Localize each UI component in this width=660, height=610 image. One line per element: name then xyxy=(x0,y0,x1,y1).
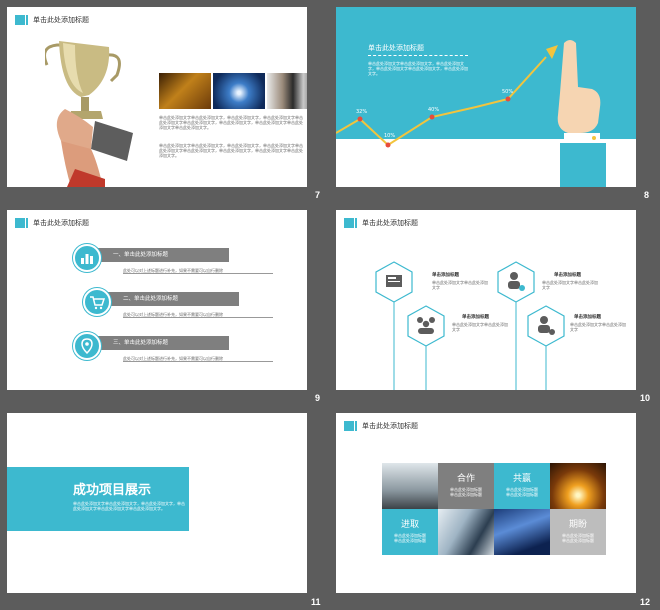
slide-title: 单击此处添加标题 xyxy=(362,422,418,430)
item-label: 三、单击此处添加标题 xyxy=(113,340,169,346)
node-desc: 单击此处添加文字单击此处添加文字 xyxy=(452,322,508,332)
tile-jinqu: 进取 单击此处添加标题 单击此处添加标题 xyxy=(382,509,438,555)
point-label-3: 40% xyxy=(428,107,440,113)
slide-11[interactable]: 成功项目展示 单击此处添加文字单击此处添加文字，单击此处添加文字，单击此处添加文… xyxy=(7,413,307,593)
item-circle xyxy=(83,288,111,316)
sunset-photo xyxy=(550,463,606,509)
slide-number: 8 xyxy=(644,190,650,200)
item-circle xyxy=(73,332,101,360)
point-label-1: 32% xyxy=(356,109,368,115)
header-square xyxy=(15,218,25,228)
header-bar xyxy=(26,15,28,25)
business-people-photo xyxy=(267,73,307,109)
slide-number: 12 xyxy=(640,597,651,607)
tile-label: 合作 xyxy=(456,474,475,484)
point-label-4: 50% xyxy=(502,89,514,95)
node-title: 单击添加标题 xyxy=(574,315,601,320)
slide-title: 单击此处添加标题 xyxy=(33,219,89,227)
slide-title: 单击此处添加标题 xyxy=(33,16,89,24)
location-pin-icon xyxy=(81,338,93,355)
tile-label: 共赢 xyxy=(512,474,531,484)
slide-10[interactable]: 单击此处添加标题 单击添加标题 单击此处添加文字单击此处添加文字 单击添加标题 … xyxy=(336,210,636,390)
growth-line-chart xyxy=(336,40,606,187)
slide-number: 7 xyxy=(315,190,321,200)
node-title: 单击添加标题 xyxy=(462,315,489,320)
node-desc: 单击此处添加文字单击此处添加文字 xyxy=(432,280,488,290)
header-bar xyxy=(26,218,28,228)
header-bar xyxy=(355,421,357,431)
office-window-photo xyxy=(382,463,438,509)
item-desc: 此处可以对上述标题进行补充，如果不需要可以自行删除 xyxy=(123,312,273,318)
tile-desc: 单击此处添加标题 单击此处添加标题 xyxy=(506,487,538,497)
header-square xyxy=(344,421,354,431)
node-title: 单击添加标题 xyxy=(432,273,459,278)
tile-desc: 单击此处添加标题 单击此处添加标题 xyxy=(450,487,482,497)
tile-qipan: 期盼 单击此处添加标题 单击此处添加标题 xyxy=(550,509,606,555)
item-circle xyxy=(73,244,101,272)
slide-number: 10 xyxy=(640,393,651,403)
slide-number: 9 xyxy=(315,393,321,403)
tile-desc: 单击此处添加标题 单击此处添加标题 xyxy=(562,533,594,543)
body-text-2: 单击此处添加文字单击此处添加文字，单击此处添加文字，单击此处添加文字单击此处添加… xyxy=(159,143,303,158)
item-label: 二、单击此处添加标题 xyxy=(123,296,179,302)
lightbulb-photo xyxy=(213,73,265,109)
slide-number: 11 xyxy=(311,597,321,607)
title-banner: 成功项目展示 单击此处添加文字单击此处添加文字，单击此处添加文字，单击此处添加文… xyxy=(7,467,189,531)
body-text: 单击此处添加文字单击此处添加文字，单击此处添加文字，单击此处添加文字单击此处添加… xyxy=(73,501,185,511)
slide-9[interactable]: 单击此处添加标题 一、单击此处添加标题 此处可以对上述标题进行补充，如果不需要可… xyxy=(7,210,307,390)
node-desc: 单击此处添加文字单击此处添加文字 xyxy=(542,280,598,290)
tile-hezuo: 合作 单击此处添加标题 单击此处添加标题 xyxy=(438,463,494,509)
node-title: 单击添加标题 xyxy=(554,273,581,278)
hexagon-network-diagram xyxy=(375,261,565,390)
body-text: 单击此处添加文字单击此处添加文字，单击此处添加文字，单击此处添加文字单击此处添加… xyxy=(159,115,303,130)
skyscrapers-photo xyxy=(494,509,550,555)
business-meeting-photo xyxy=(438,509,494,555)
item-label: 一、单击此处添加标题 xyxy=(113,252,169,258)
list-item[interactable]: 一、单击此处添加标题 此处可以对上述标题进行补充，如果不需要可以自行删除 xyxy=(73,244,273,280)
tile-desc: 单击此处添加标题 单击此处添加标题 xyxy=(394,533,426,543)
slide-12[interactable]: 单击此处添加标题 合作 单击此处添加标题 单击此处添加标题 共赢 单击此处添加标… xyxy=(336,413,636,593)
list-item[interactable]: 三、单击此处添加标题 此处可以对上述标题进行补充，如果不需要可以自行删除 xyxy=(73,332,273,368)
item-desc: 此处可以对上述标题进行补充，如果不需要可以自行删除 xyxy=(123,268,273,274)
point-label-2: 10% xyxy=(384,133,396,139)
tile-gongying: 共赢 单击此处添加标题 单击此处添加标题 xyxy=(494,463,550,509)
coins-photo xyxy=(159,73,211,109)
header-square xyxy=(15,15,25,25)
trophy-hand-image xyxy=(45,41,133,187)
slide-8[interactable]: 单击此处添加标题 单击此处添加文字单击此处添加文字，单击此处添加文字，单击此处添… xyxy=(336,7,636,187)
shopping-cart-icon xyxy=(90,296,106,310)
node-desc: 单击此处添加文字单击此处添加文字 xyxy=(570,322,626,332)
slide-7[interactable]: 单击此处添加标题 单击此处添加文字单击此处添加文字，单击此处添加文字，单击此处添… xyxy=(7,7,307,187)
tile-label: 期盼 xyxy=(568,520,587,530)
bar-chart-icon xyxy=(81,254,93,264)
document-icon xyxy=(386,275,402,287)
tile-label: 进取 xyxy=(400,520,419,530)
item-desc: 此处可以对上述标题进行补充，如果不需要可以自行删除 xyxy=(123,356,273,362)
slide-title: 成功项目展示 xyxy=(73,483,152,498)
list-item[interactable]: 二、单击此处添加标题 此处可以对上述标题进行补充，如果不需要可以自行删除 xyxy=(83,288,283,324)
